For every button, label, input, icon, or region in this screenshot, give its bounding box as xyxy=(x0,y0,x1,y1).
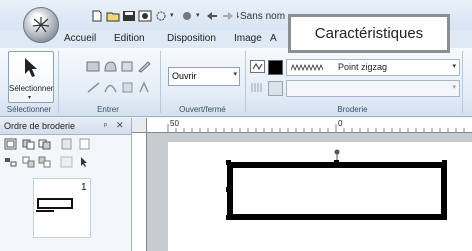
thread-color-swatch[interactable] xyxy=(268,60,283,75)
resize-handle[interactable] xyxy=(334,215,339,220)
chevron-down-icon: ▾ xyxy=(233,71,237,78)
app-logo-icon xyxy=(32,17,50,33)
open-close-value: Ouvrir xyxy=(172,71,197,81)
group-label-select: Sélectionner xyxy=(6,105,52,114)
stamp-tool-icon[interactable] xyxy=(120,81,135,94)
stitch-type-label: Point zigzag xyxy=(338,62,388,72)
gear-icon[interactable] xyxy=(154,10,168,22)
open-close-dropdown[interactable]: Ouvrir ▾ xyxy=(168,67,240,86)
rotate-handle[interactable] xyxy=(334,149,340,155)
line-sew-icon[interactable] xyxy=(250,60,265,73)
group-divider xyxy=(462,51,463,113)
resize-handle[interactable] xyxy=(442,215,447,220)
sort-order-icon[interactable] xyxy=(4,156,17,168)
panel-title: Ordre de broderie xyxy=(4,121,76,131)
redo-icon[interactable] xyxy=(221,10,235,22)
resize-handle[interactable] xyxy=(226,187,231,192)
save-icon[interactable] xyxy=(122,10,136,22)
group-divider xyxy=(160,51,161,113)
line-tool-icon[interactable] xyxy=(86,81,101,94)
zigzag-stitch-icon xyxy=(291,64,324,71)
stitch-icon[interactable] xyxy=(138,10,152,22)
resize-handle[interactable] xyxy=(442,187,447,192)
ruler-corner[interactable] xyxy=(132,118,147,133)
rectangle-tool-icon[interactable] xyxy=(86,60,101,73)
text-tool-icon[interactable] xyxy=(137,81,152,94)
region-sew-icon[interactable] xyxy=(250,81,265,94)
ruler-left xyxy=(132,132,147,251)
close-icon[interactable]: ✕ xyxy=(116,120,124,131)
chevron-down-icon: ▾ xyxy=(452,63,456,70)
group-label-enter: Entrer xyxy=(97,105,119,114)
ruler-top xyxy=(146,118,472,133)
group-label-embroidery: Broderie xyxy=(337,105,368,114)
tab-edit[interactable]: Edition xyxy=(114,33,145,44)
undo-icon[interactable] xyxy=(205,10,219,22)
order-number: 1 xyxy=(81,182,87,193)
tab-partial[interactable]: A xyxy=(270,33,277,44)
resize-handle[interactable] xyxy=(442,160,447,165)
selected-shape[interactable] xyxy=(168,142,472,251)
disabled-tool-icon[interactable] xyxy=(60,156,73,168)
group-divider xyxy=(58,51,59,113)
tab-home[interactable]: Accueil xyxy=(64,33,96,44)
window-title: Sans nom - xyxy=(240,11,292,22)
tab-layout[interactable]: Disposition xyxy=(167,33,216,44)
dropdown-arrow-icon[interactable]: ▾ xyxy=(196,11,200,19)
ruler-label: 50 xyxy=(170,119,179,128)
chevron-down-icon: ▾ xyxy=(452,84,456,91)
cursor-icon[interactable] xyxy=(78,156,91,168)
curve-tool-icon[interactable] xyxy=(103,81,118,94)
resize-handle[interactable] xyxy=(334,160,339,165)
ruler-ticks xyxy=(167,124,465,132)
select-button-label: Sélectionner xyxy=(9,84,54,93)
group-icon[interactable] xyxy=(22,156,35,168)
app-menu-button[interactable] xyxy=(23,7,59,43)
move-backward-icon[interactable] xyxy=(60,138,73,150)
tab-image[interactable]: Image xyxy=(234,33,262,44)
stitch-type-dropdown[interactable]: Point zigzag ▾ xyxy=(286,59,460,76)
ungroup-icon[interactable] xyxy=(38,156,51,168)
color-icon[interactable] xyxy=(180,10,194,22)
callout-label: Caractéristiques xyxy=(288,14,450,53)
move-first-icon[interactable] xyxy=(22,138,35,150)
pin-icon[interactable]: ᵖ xyxy=(104,121,107,130)
shape-tool-icon[interactable] xyxy=(103,60,118,73)
group-divider xyxy=(245,51,246,113)
resize-handle[interactable] xyxy=(226,215,231,220)
move-last-icon[interactable] xyxy=(78,138,91,150)
dropdown-arrow-icon[interactable]: ▾ xyxy=(170,11,174,19)
shape-preview xyxy=(36,198,73,212)
new-icon[interactable] xyxy=(90,10,104,22)
pen-tool-icon[interactable] xyxy=(137,60,152,73)
group-label-open-close: Ouvert/fermé xyxy=(179,105,226,114)
select-arrow-icon xyxy=(25,58,37,77)
move-forward-icon[interactable] xyxy=(38,138,51,150)
select-button[interactable]: Sélectionner ▾ xyxy=(8,51,54,103)
region-color-swatch[interactable] xyxy=(268,81,283,96)
open-icon[interactable] xyxy=(106,10,120,22)
chevron-down-icon: ▾ xyxy=(28,95,32,101)
fill-tool-icon[interactable] xyxy=(120,60,135,73)
ruler-label: 0 xyxy=(338,119,343,128)
region-sew-type-dropdown[interactable]: ▾ xyxy=(286,80,460,97)
view-all-icon[interactable] xyxy=(4,138,17,150)
resize-handle[interactable] xyxy=(226,160,231,165)
